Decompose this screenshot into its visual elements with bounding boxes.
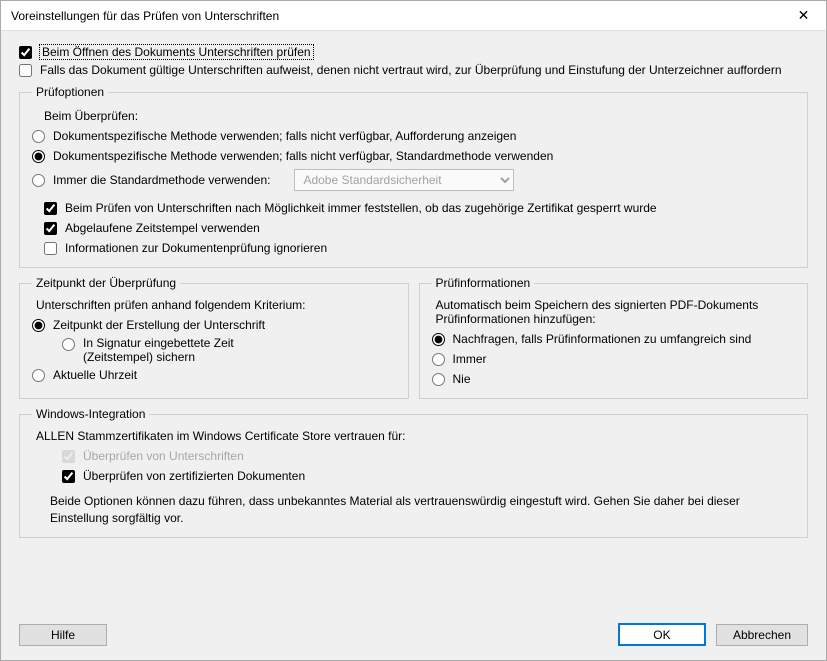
check-ignore-docinfo[interactable]: Informationen zur Dokumentenprüfung igno… xyxy=(44,241,795,255)
check-revocation[interactable]: Beim Prüfen von Unterschriften nach Mögl… xyxy=(44,201,795,215)
radio-time-current-input[interactable] xyxy=(32,369,45,382)
radio-info-never-input[interactable] xyxy=(432,373,445,386)
titlebar: Voreinstellungen für das Prüfen von Unte… xyxy=(1,1,826,31)
radio-time-embedded[interactable]: In Signatur eingebettete Zeit (Zeitstemp… xyxy=(62,336,396,364)
pruefinfo-sublabel2: Prüfinformationen hinzufügen: xyxy=(436,312,796,326)
dialog-window: Voreinstellungen für das Prüfen von Unte… xyxy=(0,0,827,661)
group-pruefinfo: Prüfinformationen Automatisch beim Speic… xyxy=(419,276,809,399)
radio-method-default[interactable]: Dokumentspezifische Methode verwenden; f… xyxy=(32,149,795,163)
help-button[interactable]: Hilfe xyxy=(19,624,107,646)
group-windows-legend: Windows-Integration xyxy=(32,407,149,421)
group-zeitpunkt-legend: Zeitpunkt der Überprüfung xyxy=(32,276,180,290)
radio-info-always[interactable]: Immer xyxy=(432,352,796,366)
radio-info-always-input[interactable] xyxy=(432,353,445,366)
check-win-signatures: Überprüfen von Unterschriften xyxy=(62,449,795,463)
check-ignore-docinfo-label: Informationen zur Dokumentenprüfung igno… xyxy=(65,241,327,255)
check-win-signatures-box xyxy=(62,450,75,463)
check-expired-ts-box[interactable] xyxy=(44,222,57,235)
check-ignore-docinfo-box[interactable] xyxy=(44,242,57,255)
window-title: Voreinstellungen für das Prüfen von Unte… xyxy=(11,9,781,23)
check-expired-ts[interactable]: Abgelaufene Zeitstempel verwenden xyxy=(44,221,795,235)
windows-note: Beide Optionen können dazu führen, dass … xyxy=(50,493,770,527)
check-untrusted-prompt-label: Falls das Dokument gültige Unterschrifte… xyxy=(40,63,782,77)
check-win-signatures-label: Überprüfen von Unterschriften xyxy=(83,449,244,463)
radio-info-never[interactable]: Nie xyxy=(432,372,796,386)
radio-method-default-label: Dokumentspezifische Methode verwenden; f… xyxy=(53,149,553,163)
radio-time-current-label: Aktuelle Uhrzeit xyxy=(53,368,137,382)
check-verify-on-open-box[interactable] xyxy=(19,46,32,59)
group-pruefoptionen: Prüfoptionen Beim Überprüfen: Dokumentsp… xyxy=(19,85,808,268)
group-pruefoptionen-legend: Prüfoptionen xyxy=(32,85,108,99)
check-revocation-box[interactable] xyxy=(44,202,57,215)
radio-time-embedded-label: In Signatur eingebettete Zeit (Zeitstemp… xyxy=(83,336,234,364)
radio-time-current[interactable]: Aktuelle Uhrzeit xyxy=(32,368,396,382)
method-select[interactable]: Adobe Standardsicherheit xyxy=(294,169,514,191)
radio-method-prompt-input[interactable] xyxy=(32,130,45,143)
pruefinfo-sublabel1: Automatisch beim Speichern des signierte… xyxy=(436,298,796,312)
close-button[interactable]: ✕ xyxy=(781,1,826,31)
radio-method-always-input[interactable] xyxy=(32,174,45,187)
radio-method-prompt[interactable]: Dokumentspezifische Methode verwenden; f… xyxy=(32,129,795,143)
check-win-certified[interactable]: Überprüfen von zertifizierten Dokumenten xyxy=(62,469,795,483)
pruefoptionen-sublabel: Beim Überprüfen: xyxy=(44,109,795,123)
radio-info-ask-label: Nachfragen, falls Prüfinformationen zu u… xyxy=(453,332,752,346)
check-untrusted-prompt[interactable]: Falls das Dokument gültige Unterschrifte… xyxy=(19,63,808,77)
group-pruefinfo-legend: Prüfinformationen xyxy=(432,276,535,290)
radio-info-always-label: Immer xyxy=(453,352,487,366)
check-win-certified-label: Überprüfen von zertifizierten Dokumenten xyxy=(83,469,305,483)
radio-method-default-input[interactable] xyxy=(32,150,45,163)
ok-button[interactable]: OK xyxy=(618,623,706,646)
check-verify-on-open-label: Beim Öffnen des Dokuments Unterschriften… xyxy=(40,45,313,59)
radio-time-creation[interactable]: Zeitpunkt der Erstellung der Unterschrif… xyxy=(32,318,396,332)
radio-method-always[interactable]: Immer die Standardmethode verwenden: Ado… xyxy=(32,169,795,191)
group-zeitpunkt: Zeitpunkt der Überprüfung Unterschriften… xyxy=(19,276,409,399)
check-win-certified-box[interactable] xyxy=(62,470,75,483)
radio-time-embedded-input[interactable] xyxy=(62,338,75,351)
check-verify-on-open[interactable]: Beim Öffnen des Dokuments Unterschriften… xyxy=(19,45,808,59)
windows-sublabel: ALLEN Stammzertifikaten im Windows Certi… xyxy=(36,429,795,443)
group-windows: Windows-Integration ALLEN Stammzertifika… xyxy=(19,407,808,538)
radio-method-prompt-label: Dokumentspezifische Methode verwenden; f… xyxy=(53,129,516,143)
button-bar: Hilfe OK Abbrechen xyxy=(1,615,826,660)
radio-info-never-label: Nie xyxy=(453,372,471,386)
check-revocation-label: Beim Prüfen von Unterschriften nach Mögl… xyxy=(65,201,657,215)
cancel-button[interactable]: Abbrechen xyxy=(716,624,808,646)
radio-info-ask-input[interactable] xyxy=(432,333,445,346)
check-untrusted-prompt-box[interactable] xyxy=(19,64,32,77)
radio-method-always-label: Immer die Standardmethode verwenden: xyxy=(53,173,270,187)
dialog-content: Beim Öffnen des Dokuments Unterschriften… xyxy=(1,31,826,615)
check-expired-ts-label: Abgelaufene Zeitstempel verwenden xyxy=(65,221,260,235)
radio-info-ask[interactable]: Nachfragen, falls Prüfinformationen zu u… xyxy=(432,332,796,346)
zeitpunkt-sublabel: Unterschriften prüfen anhand folgendem K… xyxy=(36,298,396,312)
radio-time-creation-input[interactable] xyxy=(32,319,45,332)
radio-time-creation-label: Zeitpunkt der Erstellung der Unterschrif… xyxy=(53,318,265,332)
